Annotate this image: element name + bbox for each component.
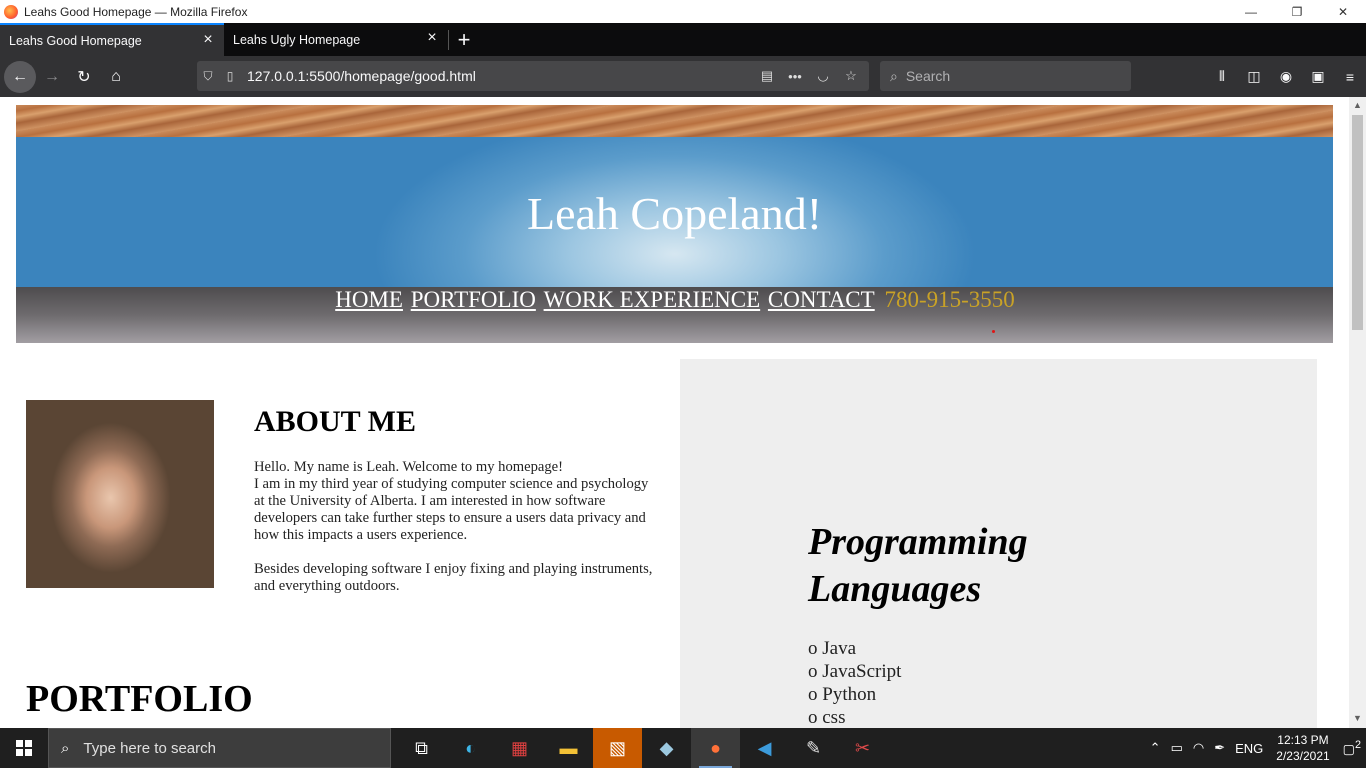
page-scrollbar[interactable]: ▲ ▼ bbox=[1349, 97, 1366, 728]
vscode-icon[interactable]: ◀ bbox=[740, 728, 789, 768]
languages-heading: Programming Languages bbox=[808, 521, 1028, 610]
window-titlebar: Leahs Good Homepage — Mozilla Firefox — … bbox=[0, 0, 1366, 23]
tab-close-icon[interactable]: × bbox=[424, 30, 440, 46]
clock-date: 2/23/2021 bbox=[1276, 749, 1330, 763]
start-button[interactable] bbox=[0, 728, 48, 768]
language-indicator[interactable]: ENG bbox=[1230, 741, 1268, 756]
notification-count: 2 bbox=[1354, 738, 1361, 751]
tab-label: Leahs Good Homepage bbox=[9, 33, 142, 48]
bookmark-star-icon[interactable]: ☆ bbox=[837, 68, 865, 84]
tab-strip: Leahs Good Homepage × Leahs Ugly Homepag… bbox=[0, 23, 1366, 56]
menu-hamburger-icon[interactable]: ≡ bbox=[1334, 69, 1366, 85]
window-title: Leahs Good Homepage — Mozilla Firefox bbox=[24, 4, 248, 19]
scroll-up-icon[interactable]: ▲ bbox=[1349, 100, 1366, 112]
navigation-toolbar: ← → ↻ ⌂ ⛉ ▯ 127.0.0.1:5500/homepage/good… bbox=[0, 56, 1366, 97]
taskbar-search[interactable]: ⌕ Type here to search bbox=[48, 728, 391, 768]
list-item: o JavaScript bbox=[808, 661, 902, 682]
list-item: o css bbox=[808, 707, 846, 728]
tab-good-homepage[interactable]: Leahs Good Homepage × bbox=[0, 23, 224, 56]
snipping-tool-icon[interactable]: ✂ bbox=[838, 728, 887, 768]
notifications-icon[interactable]: ▢2 bbox=[1338, 739, 1366, 757]
nav-link-contact[interactable]: CONTACT bbox=[768, 287, 875, 312]
app-icon[interactable]: ◆ bbox=[642, 728, 691, 768]
back-button[interactable]: ← bbox=[4, 60, 36, 93]
minimize-button[interactable]: — bbox=[1228, 0, 1274, 23]
languages-list: o Java o JavaScript o Python o css bbox=[808, 637, 901, 728]
programming-languages-panel: Programming Languages o Java o JavaScrip… bbox=[680, 359, 1317, 728]
about-text: Hello. My name is Leah. Welcome to my ho… bbox=[254, 459, 654, 612]
clock-time: 12:13 PM bbox=[1277, 733, 1329, 747]
new-tab-button[interactable]: + bbox=[449, 23, 479, 56]
site-nav-menu: HOME PORTFOLIO WORK EXPERIENCE CONTACT 7… bbox=[16, 287, 1333, 343]
firefox-logo-icon bbox=[4, 4, 18, 19]
tab-close-icon[interactable]: × bbox=[200, 32, 216, 48]
about-hobbies-text: Besides developing software I enjoy fixi… bbox=[254, 561, 653, 594]
wood-banner-image bbox=[16, 105, 1333, 137]
list-item: o Python bbox=[808, 684, 877, 705]
file-explorer-icon[interactable]: ▬ bbox=[544, 728, 593, 768]
tab-ugly-homepage[interactable]: Leahs Ugly Homepage × bbox=[224, 23, 448, 56]
home-button[interactable]: ⌂ bbox=[100, 61, 132, 93]
app-icon[interactable]: ▦ bbox=[495, 728, 544, 768]
search-icon: ⌕ bbox=[890, 67, 898, 84]
app-icon[interactable]: ▧ bbox=[593, 728, 642, 768]
nav-link-work-experience[interactable]: WORK EXPERIENCE bbox=[544, 287, 761, 312]
nav-link-home[interactable]: HOME bbox=[335, 287, 403, 312]
tab-label: Leahs Ugly Homepage bbox=[233, 32, 361, 47]
scroll-down-icon[interactable]: ▼ bbox=[1349, 713, 1366, 725]
account-icon[interactable]: ◉ bbox=[1270, 68, 1302, 85]
close-window-button[interactable]: ✕ bbox=[1320, 0, 1366, 23]
windows-logo-icon bbox=[16, 740, 32, 756]
edge-icon[interactable]: ◐ bbox=[446, 728, 495, 768]
hero-banner: Leah Copeland! bbox=[16, 137, 1333, 287]
about-study-text: I am in my third year of studying comput… bbox=[254, 476, 649, 543]
restore-button[interactable]: ❐ bbox=[1274, 0, 1320, 23]
battery-icon[interactable]: ▭ bbox=[1166, 740, 1188, 756]
phone-number: 780-915-3550 bbox=[884, 287, 1015, 312]
page-viewport: Leah Copeland! HOME PORTFOLIO WORK EXPER… bbox=[0, 97, 1366, 728]
scrollbar-thumb[interactable] bbox=[1352, 115, 1363, 330]
search-icon: ⌕ bbox=[61, 739, 70, 757]
windows-taskbar: ⌕ Type here to search ⧉ ◐ ▦ ▬ ▧ ◆ ● ◀ ✎ … bbox=[0, 728, 1366, 768]
wifi-icon[interactable]: ◠ bbox=[1188, 740, 1209, 756]
search-placeholder: Search bbox=[905, 68, 951, 84]
taskbar-clock[interactable]: 12:13 PM 2/23/2021 bbox=[1268, 732, 1337, 764]
page-actions-icon[interactable]: ••• bbox=[781, 69, 809, 84]
reader-view-icon[interactable]: ▤ bbox=[753, 68, 781, 84]
extension-icon[interactable]: ▣ bbox=[1302, 68, 1334, 85]
tracking-shield-icon[interactable]: ⛉ bbox=[197, 61, 219, 91]
reload-button[interactable]: ↻ bbox=[68, 61, 100, 93]
address-bar[interactable]: ⛉ ▯ 127.0.0.1:5500/homepage/good.html ▤ … bbox=[197, 61, 869, 91]
portfolio-heading: PORTFOLIO bbox=[26, 678, 253, 720]
pen-icon[interactable]: ✒ bbox=[1209, 740, 1230, 756]
forward-button[interactable]: → bbox=[36, 61, 68, 93]
firefox-taskbar-icon[interactable]: ● bbox=[691, 728, 740, 768]
taskbar-search-placeholder: Type here to search bbox=[83, 739, 216, 757]
nav-link-portfolio[interactable]: PORTFOLIO bbox=[411, 287, 536, 312]
show-hidden-icons-icon[interactable]: ⌃ bbox=[1145, 740, 1166, 756]
library-icon[interactable]: ⫴ bbox=[1206, 68, 1238, 85]
about-heading: ABOUT ME bbox=[254, 405, 416, 438]
page-info-icon[interactable]: ▯ bbox=[219, 61, 241, 91]
profile-photo bbox=[26, 400, 214, 588]
app-icon[interactable]: ✎ bbox=[789, 728, 838, 768]
list-item: o Java bbox=[808, 638, 857, 659]
pocket-icon[interactable]: ◡ bbox=[809, 68, 837, 84]
red-dot-marker bbox=[992, 330, 995, 333]
task-view-icon[interactable]: ⧉ bbox=[397, 728, 446, 768]
sidebar-icon[interactable]: ◫ bbox=[1238, 68, 1270, 85]
about-intro-line: Hello. My name is Leah. Welcome to my ho… bbox=[254, 459, 563, 475]
search-bar[interactable]: ⌕ Search bbox=[880, 61, 1131, 91]
url-text[interactable]: 127.0.0.1:5500/homepage/good.html bbox=[247, 68, 476, 84]
site-title: Leah Copeland! bbox=[526, 188, 823, 239]
